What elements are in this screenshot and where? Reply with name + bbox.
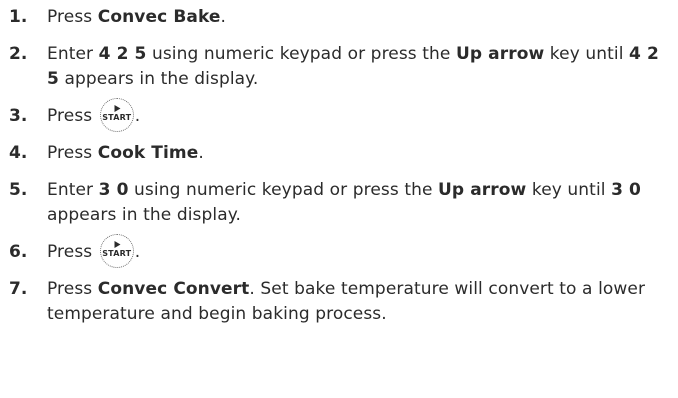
step-3: 3. Press START.: [0, 98, 678, 132]
step-text: Press: [47, 143, 98, 163]
step-number: 5.: [9, 180, 28, 200]
step-text: Enter: [47, 44, 99, 64]
steps-list: 1. Press Convec Bake. 2. Enter 4 2 5 usi…: [0, 5, 678, 327]
key-name: Cook Time: [97, 143, 199, 163]
step-text: Press: [47, 279, 98, 299]
key-name: Convec Bake: [97, 7, 221, 27]
entry-value: 4 2 5: [98, 44, 147, 64]
start-button-label: START: [102, 113, 132, 122]
key-name: Up arrow: [455, 44, 545, 64]
step-text: Press: [47, 7, 98, 27]
step-text: Press: [47, 106, 98, 126]
step-number: 7.: [9, 279, 28, 299]
start-button-label: START: [102, 249, 132, 258]
step-text: using numeric keypad or press the: [128, 180, 439, 200]
start-button-icon: START: [99, 234, 134, 268]
step-text: Enter: [47, 180, 99, 200]
step-number: 2.: [9, 44, 28, 64]
step-6: 6. Press START.: [0, 234, 678, 268]
instructions-page: 1. Press Convec Bake. 2. Enter 4 2 5 usi…: [0, 0, 678, 398]
key-name: Convec Convert: [97, 279, 250, 299]
step-4: 4. Press Cook Time.: [0, 141, 678, 166]
step-number: 3.: [9, 106, 28, 126]
step-text: .: [134, 242, 141, 262]
step-number: 4.: [9, 143, 28, 163]
step-text: .: [198, 143, 204, 163]
step-number: 6.: [9, 242, 28, 262]
entry-value: 3 0: [98, 180, 129, 200]
key-name: Up arrow: [438, 180, 527, 200]
step-text: appears in the display.: [58, 69, 259, 89]
entry-value: 3 0: [611, 180, 641, 200]
start-button-icon: START: [99, 98, 134, 132]
step-text: .: [220, 7, 227, 27]
step-text: appears in the display.: [47, 205, 241, 225]
play-triangle-icon: [114, 105, 121, 112]
step-1: 1. Press Convec Bake.: [0, 5, 678, 30]
step-text: .: [134, 106, 141, 126]
step-text: using numeric keypad or press the: [146, 44, 456, 64]
play-triangle-icon: [114, 241, 121, 248]
step-text: key until: [544, 44, 630, 64]
step-text: Press: [47, 242, 98, 262]
step-2: 2. Enter 4 2 5 using numeric keypad or p…: [0, 42, 678, 92]
step-5: 5. Enter 3 0 using numeric keypad or pre…: [0, 178, 678, 228]
step-number: 1.: [9, 7, 28, 27]
step-text: key until: [526, 180, 612, 200]
step-7: 7. Press Convec Convert. Set bake temper…: [0, 277, 678, 327]
